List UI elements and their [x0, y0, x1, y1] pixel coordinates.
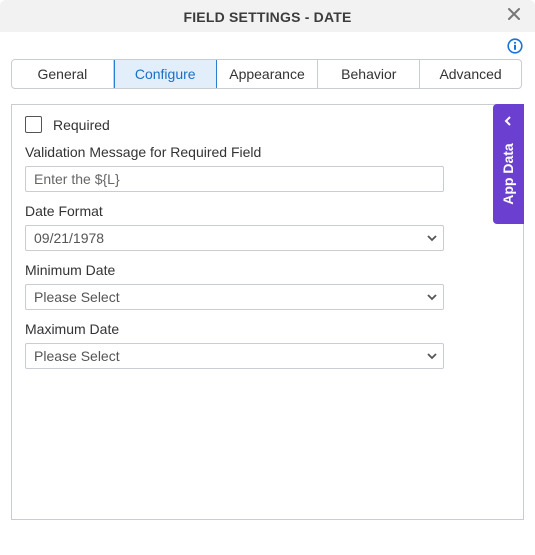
required-checkbox[interactable]: [25, 116, 42, 133]
chevron-down-icon: [427, 294, 437, 301]
tab-general[interactable]: General: [12, 60, 114, 88]
chevron-left-icon: [504, 116, 511, 126]
close-icon[interactable]: [507, 7, 521, 21]
maximum-date-select[interactable]: Please Select: [25, 343, 444, 369]
maximum-date-label: Maximum Date: [25, 321, 120, 337]
dialog-title: FIELD SETTINGS - DATE: [183, 9, 352, 25]
app-data-label: App Data: [500, 143, 516, 205]
date-format-label: Date Format: [25, 203, 103, 219]
dialog-titlebar: FIELD SETTINGS - DATE: [0, 0, 535, 32]
tab-appearance[interactable]: Appearance: [217, 60, 319, 88]
minimum-date-value: Please Select: [34, 289, 120, 305]
date-format-select[interactable]: 09/21/1978: [25, 225, 444, 251]
maximum-date-value: Please Select: [34, 348, 120, 364]
required-label: Required: [53, 116, 110, 133]
chevron-down-icon: [427, 353, 437, 360]
date-format-value: 09/21/1978: [34, 230, 105, 246]
settings-tabs: General Configure Appearance Behavior Ad…: [11, 59, 522, 89]
chevron-down-icon: [427, 235, 437, 242]
tab-behavior[interactable]: Behavior: [318, 60, 421, 88]
tab-advanced[interactable]: Advanced: [420, 60, 521, 88]
validation-message-label: Validation Message for Required Field: [25, 144, 262, 160]
required-row: Required: [25, 116, 110, 133]
tab-configure[interactable]: Configure: [113, 60, 217, 88]
validation-message-input[interactable]: Enter the ${L}: [25, 166, 444, 192]
minimum-date-select[interactable]: Please Select: [25, 284, 444, 310]
app-data-tab[interactable]: App Data: [493, 104, 524, 224]
minimum-date-label: Minimum Date: [25, 262, 116, 278]
configure-panel: Required Validation Message for Required…: [11, 104, 524, 520]
info-icon[interactable]: [507, 38, 523, 54]
field-settings-dialog: FIELD SETTINGS - DATE General Configure …: [0, 0, 535, 555]
